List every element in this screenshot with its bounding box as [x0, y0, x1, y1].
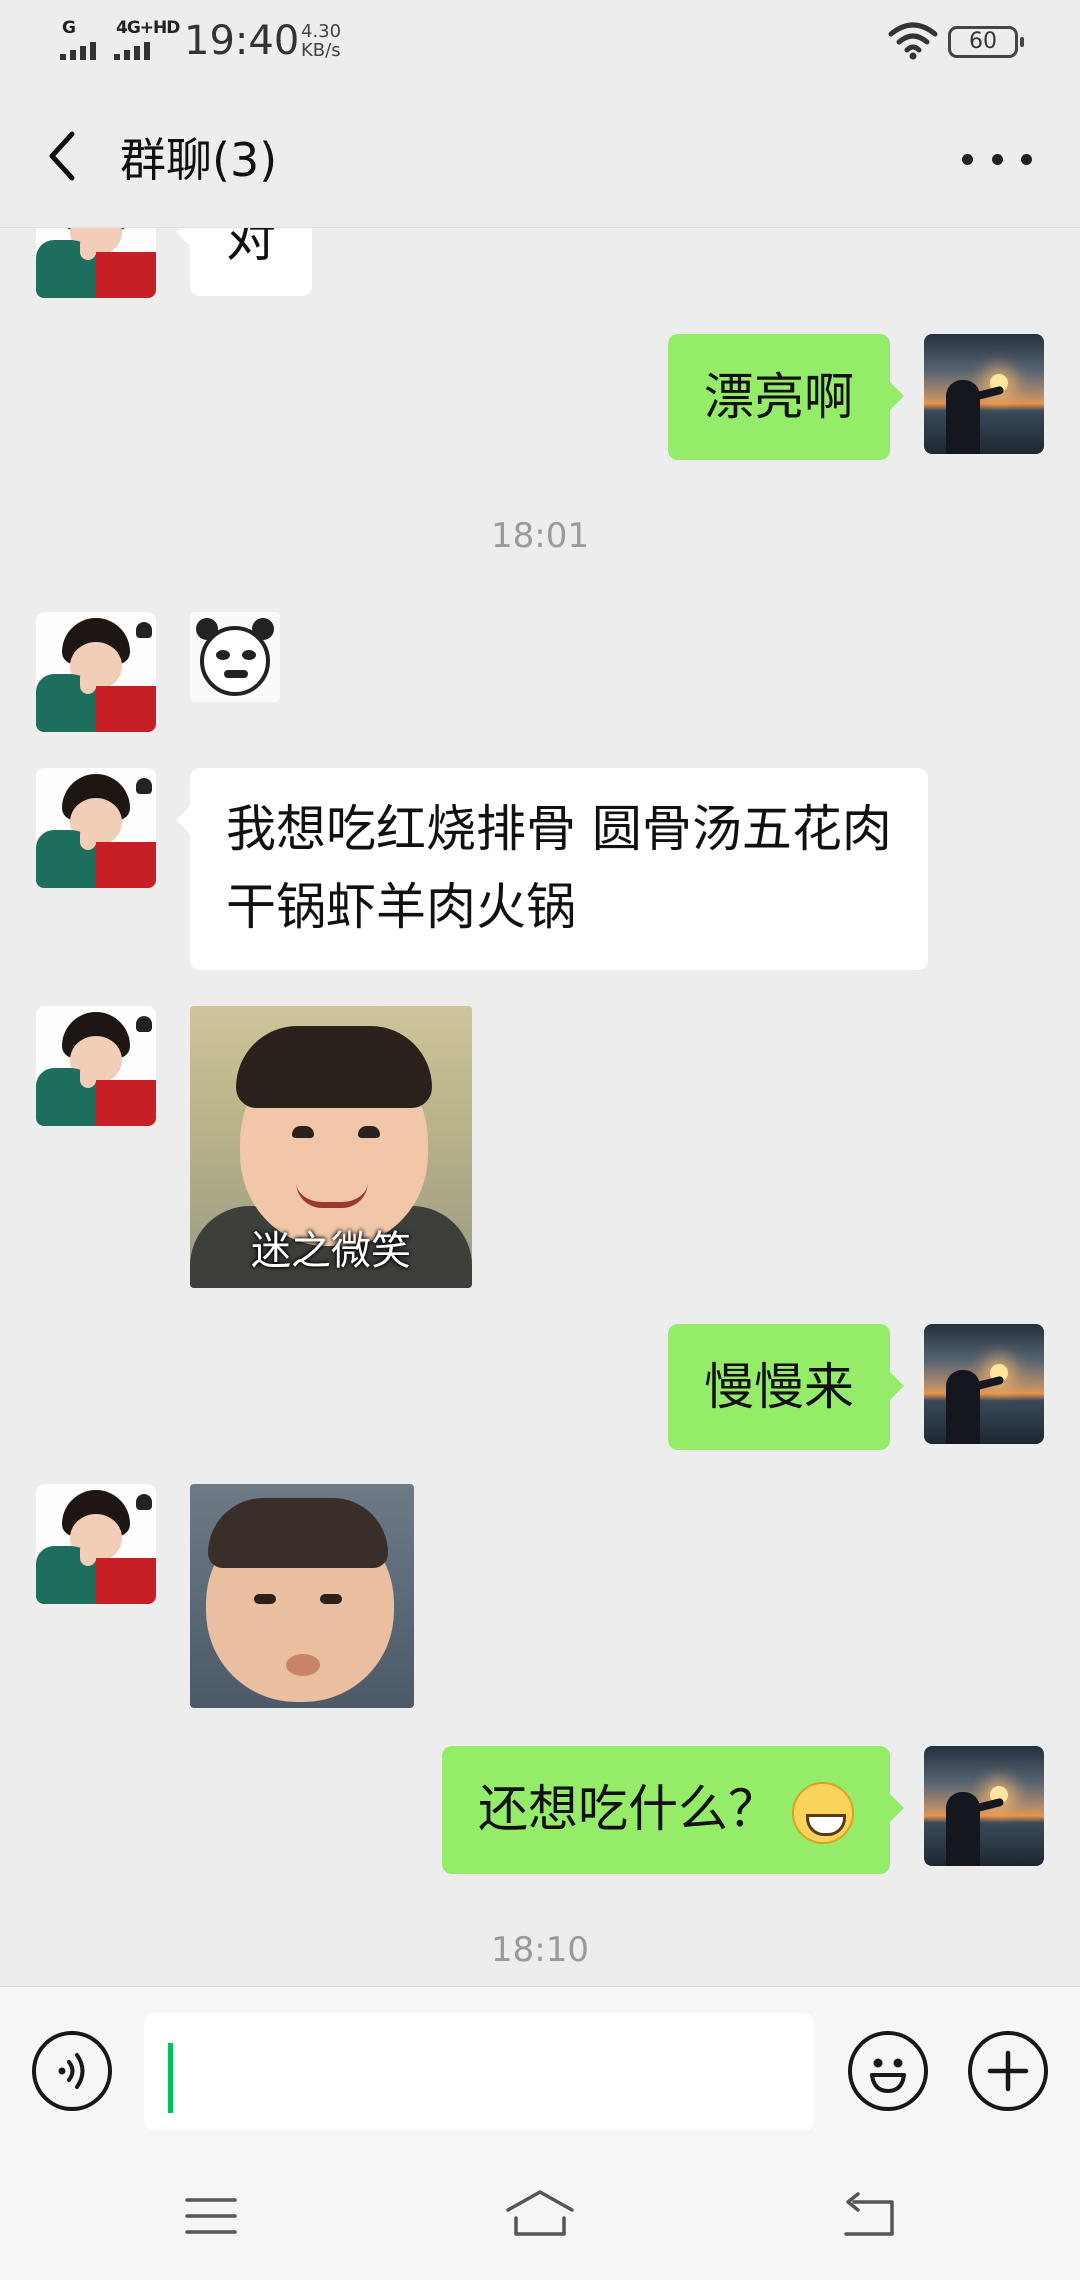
chat-header: 群聊(3) — [0, 84, 1080, 228]
message-text: 漂亮啊 — [704, 368, 854, 426]
sticker-image[interactable] — [190, 1484, 414, 1708]
clock: 19:40 — [184, 18, 300, 64]
message-timestamp: 18:10 — [491, 1930, 589, 1970]
message-bubble-incoming[interactable]: 对 — [176, 228, 312, 296]
chevron-left-icon[interactable] — [40, 124, 84, 188]
more-dots-icon[interactable] — [962, 144, 1032, 174]
battery-indicator: 60 — [948, 26, 1024, 58]
network-speed-unit: KB/s — [301, 40, 341, 61]
message-list[interactable]: 对 漂亮啊 18:01 我想吃红烧排骨 圆骨汤五花肉干锅虾羊肉火锅 迷之微笑 慢… — [0, 228, 1080, 1988]
text-cursor — [168, 2043, 173, 2113]
status-bar: G 4G+HD 19:40 4.30 KB/s 60 — [0, 0, 1080, 84]
network-type-label: 4G+HD — [116, 18, 180, 38]
grinning-face-emoji — [792, 1781, 854, 1844]
voice-icon[interactable] — [32, 2031, 112, 2111]
avatar[interactable] — [36, 768, 156, 888]
message-bubble-outgoing[interactable]: 慢慢来 — [668, 1324, 904, 1450]
avatar[interactable] — [36, 1484, 156, 1604]
menu-icon[interactable] — [184, 2196, 238, 2236]
page-title: 群聊(3) — [120, 133, 278, 187]
message-text: 我想吃红烧排骨 圆骨汤五花肉干锅虾羊肉火锅 — [226, 800, 892, 936]
avatar[interactable] — [924, 1324, 1044, 1444]
message-text: 慢慢来 — [704, 1358, 854, 1416]
network-type-label: G — [62, 18, 76, 38]
plus-icon[interactable] — [968, 2031, 1048, 2111]
wifi-icon — [888, 22, 938, 60]
message-bubble-outgoing[interactable]: 还想吃什么？ — [442, 1746, 904, 1874]
message-text: 还想吃什么？ — [478, 1780, 778, 1838]
message-bubble-outgoing[interactable]: 漂亮啊 — [668, 334, 904, 460]
network-speed: 4.30 KB/s — [301, 22, 341, 60]
back-icon[interactable] — [842, 2192, 898, 2238]
message-text: 对 — [226, 228, 276, 268]
sticker-caption: 迷之微笑 — [251, 1228, 411, 1274]
avatar[interactable] — [36, 612, 156, 732]
message-input-bar — [0, 1986, 1080, 2131]
home-icon[interactable] — [504, 2188, 576, 2238]
avatar[interactable] — [36, 228, 156, 298]
avatar[interactable] — [924, 1746, 1044, 1866]
avatar[interactable] — [36, 1006, 156, 1126]
sticker-image[interactable] — [190, 612, 280, 702]
system-nav-bar — [0, 2130, 1080, 2280]
sticker-image[interactable]: 迷之微笑 — [190, 1006, 472, 1288]
message-timestamp: 18:01 — [491, 516, 589, 556]
message-bubble-incoming[interactable]: 我想吃红烧排骨 圆骨汤五花肉干锅虾羊肉火锅 — [176, 768, 928, 970]
emoji-icon[interactable] — [848, 2031, 928, 2111]
message-input[interactable] — [144, 2013, 814, 2131]
network-speed-value: 4.30 — [301, 21, 342, 42]
avatar[interactable] — [924, 334, 1044, 454]
